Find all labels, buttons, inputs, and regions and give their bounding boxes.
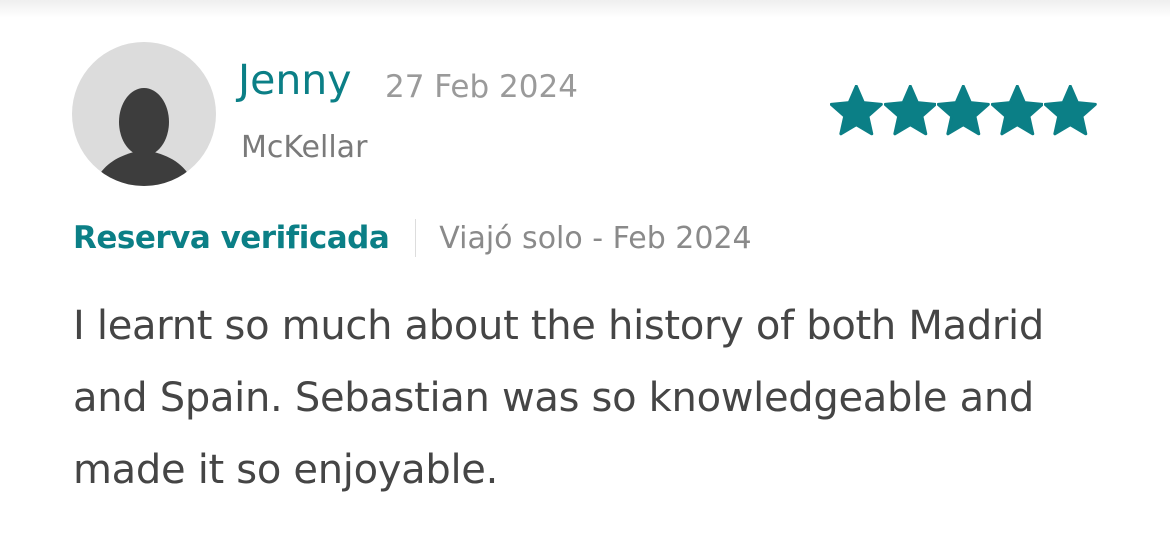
trip-info: Viajó solo - Feb 2024 (439, 220, 752, 256)
review-card: Jenny 27 Feb 2024 McKellar Reserva verif… (0, 0, 1170, 540)
reviewer-location: McKellar (241, 130, 368, 165)
star-icon (883, 85, 937, 136)
star-icon (990, 85, 1044, 136)
top-shadow (0, 0, 1170, 18)
review-date: 27 Feb 2024 (385, 69, 578, 105)
star-icon (1044, 85, 1097, 136)
star-icon (937, 85, 990, 136)
reviewer-avatar (72, 42, 216, 186)
star-rating (830, 85, 1098, 141)
review-body: I learnt so much about the history of bo… (73, 303, 1044, 493)
star-icon (830, 85, 883, 136)
default-user-avatar-icon (93, 88, 195, 186)
review-meta: Reserva verificada Viajó solo - Feb 2024 (73, 218, 752, 258)
verified-booking-label: Reserva verificada (73, 220, 390, 256)
reviewer-name: Jenny (238, 56, 352, 104)
meta-divider (415, 219, 417, 257)
